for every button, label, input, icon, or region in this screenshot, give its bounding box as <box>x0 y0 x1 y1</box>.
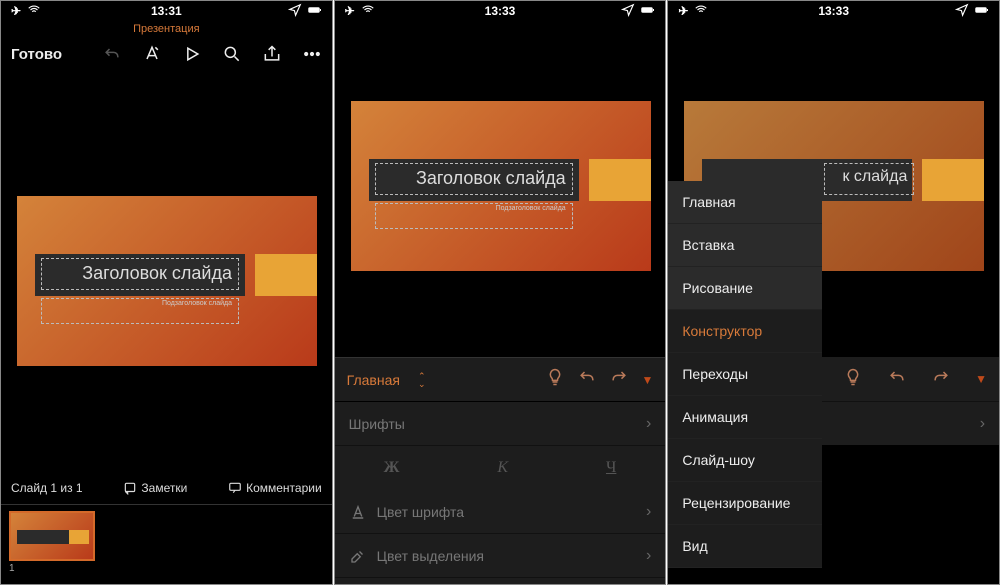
status-time: 13:31 <box>151 4 182 18</box>
slide-title-placeholder[interactable]: Заголовок слайда <box>82 263 232 284</box>
slide-subtitle-placeholder[interactable]: Подзаголовок слайда <box>496 205 566 212</box>
lightbulb-icon[interactable] <box>843 367 863 392</box>
status-bar: ✈ 13:33 <box>668 1 999 21</box>
battery-icon <box>975 3 989 20</box>
ribbon-panel: Главная ⌃⌄ ▼ Шрифты › Ж К Ч <box>335 357 666 584</box>
wifi-icon <box>361 3 375 20</box>
airplane-icon: ✈ <box>345 4 355 18</box>
slide-preview[interactable]: Заголовок слайда Подзаголовок слайда <box>17 196 317 366</box>
wifi-icon <box>694 3 708 20</box>
location-icon <box>288 3 302 20</box>
italic-button[interactable]: К <box>497 459 508 477</box>
chevron-right-icon: › <box>646 415 651 433</box>
font-color-label: Цвет шрифта <box>377 504 464 520</box>
play-icon[interactable] <box>182 43 202 65</box>
top-toolbar: Готово <box>1 35 332 73</box>
chevron-right-icon: › <box>646 547 651 565</box>
undo-icon[interactable] <box>102 43 122 65</box>
comments-label: Комментарии <box>246 481 322 495</box>
status-bar: ✈ 13:31 <box>1 1 332 21</box>
menu-item-transitions[interactable]: Переходы <box>668 353 822 396</box>
notes-label: Заметки <box>141 481 187 495</box>
slide-counter: Слайд 1 из 1 <box>11 481 83 495</box>
undo-icon[interactable] <box>577 367 597 392</box>
menu-item-slideshow[interactable]: Слайд-шоу <box>668 439 822 482</box>
chevron-right-icon: › <box>980 415 985 433</box>
ribbon-row-font-color[interactable]: Цвет шрифта › <box>335 490 666 534</box>
bold-button[interactable]: Ж <box>384 459 400 477</box>
slide-title-placeholder[interactable]: Заголовок слайда <box>416 168 566 189</box>
status-time: 13:33 <box>485 4 516 18</box>
search-icon[interactable] <box>222 43 242 65</box>
redo-icon[interactable] <box>609 367 629 392</box>
share-icon[interactable] <box>262 43 282 65</box>
airplane-icon: ✈ <box>678 4 688 18</box>
underline-button[interactable]: Ч <box>606 459 616 477</box>
status-time: 13:33 <box>818 4 849 18</box>
slide-thumbnail[interactable] <box>9 511 95 561</box>
menu-item-draw[interactable]: Рисование <box>668 267 822 310</box>
fonts-label: Шрифты <box>349 416 405 432</box>
menu-item-design[interactable]: Конструктор <box>668 310 822 353</box>
comments-button[interactable]: Комментарии <box>228 481 322 495</box>
slide-title-placeholder[interactable]: к слайда <box>842 168 907 186</box>
location-icon <box>955 3 969 20</box>
collapse-icon[interactable]: ▼ <box>641 373 653 387</box>
wifi-icon <box>27 3 41 20</box>
ribbon-row-highlight[interactable]: Цвет выделения › <box>335 534 666 578</box>
menu-item-insert[interactable]: Вставка <box>668 224 822 267</box>
tab-updown-icon[interactable]: ⌃⌄ <box>418 372 426 388</box>
slide-preview[interactable]: Заголовок слайда Подзаголовок слайда <box>351 101 651 271</box>
location-icon <box>621 3 635 20</box>
tab-menu-popup: Главная Вставка Рисование Конструктор Пе… <box>668 181 822 568</box>
text-format-icon[interactable] <box>142 43 162 65</box>
ribbon-row-wordart[interactable]: Стили WordArt › <box>335 578 666 585</box>
ribbon-tab-selector[interactable]: Главная <box>347 372 400 388</box>
menu-item-home[interactable]: Главная <box>668 181 822 224</box>
ribbon-row-fonts[interactable]: Шрифты › <box>335 402 666 446</box>
screen-3: ✈ 13:33 к слайда <box>667 0 1000 585</box>
thumbnail-index: 1 <box>9 563 324 574</box>
ribbon-header: Главная ⌃⌄ ▼ <box>335 358 666 402</box>
menu-item-view[interactable]: Вид <box>668 525 822 568</box>
screen-2: ✈ 13:33 Заголовок слайда Подзаголовок сл… <box>334 0 667 585</box>
more-icon[interactable] <box>302 43 322 65</box>
done-button[interactable]: Готово <box>11 46 62 63</box>
notes-button[interactable]: Заметки <box>123 481 187 495</box>
screen-1: ✈ 13:31 Презентация Готово <box>0 0 333 585</box>
airplane-icon: ✈ <box>11 4 21 18</box>
chevron-right-icon: › <box>646 503 651 521</box>
battery-icon <box>308 3 322 20</box>
thumbnail-strip: 1 <box>1 504 332 584</box>
undo-icon[interactable] <box>887 367 907 392</box>
document-title: Презентация <box>1 21 332 35</box>
ribbon-row-textstyle: Ж К Ч <box>335 446 666 490</box>
highlight-label: Цвет выделения <box>377 548 484 564</box>
collapse-icon[interactable]: ▼ <box>975 372 987 386</box>
battery-icon <box>641 3 655 20</box>
footer-bar: Слайд 1 из 1 Заметки Комментарии <box>1 473 332 503</box>
status-bar: ✈ 13:33 <box>335 1 666 21</box>
lightbulb-icon[interactable] <box>545 367 565 392</box>
redo-icon[interactable] <box>931 367 951 392</box>
slide-subtitle-placeholder[interactable]: Подзаголовок слайда <box>162 300 232 307</box>
menu-item-review[interactable]: Рецензирование <box>668 482 822 525</box>
menu-item-animation[interactable]: Анимация <box>668 396 822 439</box>
